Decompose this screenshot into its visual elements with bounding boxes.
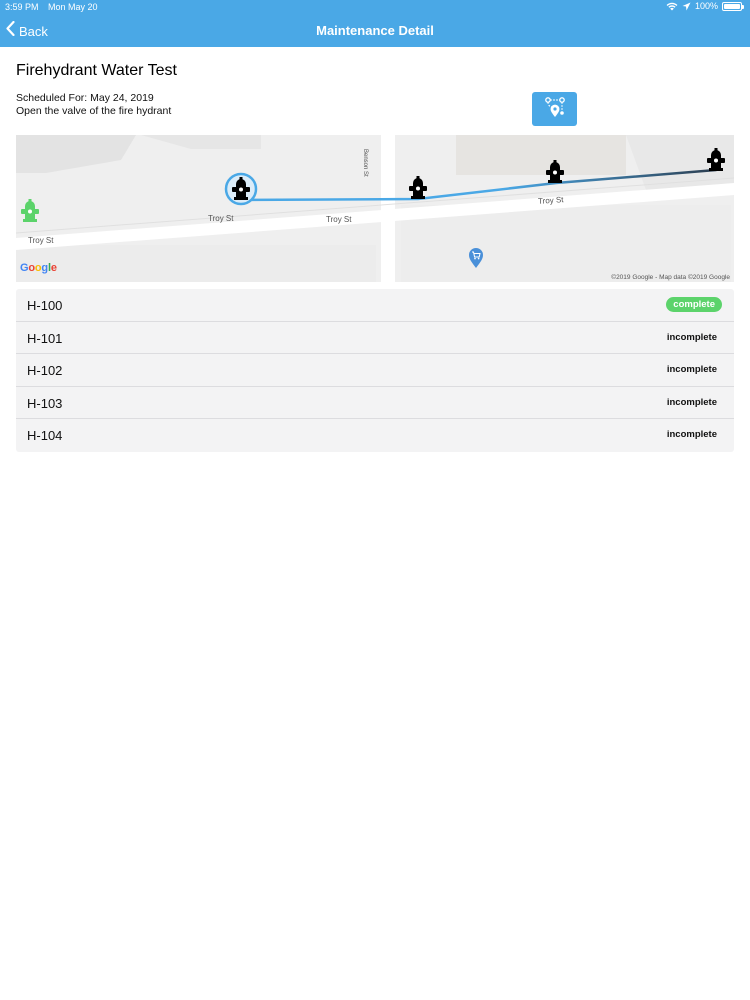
status-badge: complete xyxy=(666,297,722,312)
hydrant-name: H-101 xyxy=(27,330,63,346)
list-item-h-104[interactable]: H-104 incomplete xyxy=(16,419,734,452)
google-logo: Google xyxy=(20,262,57,274)
status-badge: incomplete xyxy=(666,331,717,343)
scheduled-date: Scheduled For: May 24, 2019 xyxy=(16,92,154,104)
street-label: Troy St xyxy=(208,214,234,223)
hydrant-list: H-100 complete H-101 incomplete H-102 in… xyxy=(16,289,734,452)
list-item-h-101[interactable]: H-101 incomplete xyxy=(16,322,734,354)
street-label: Benson St xyxy=(362,149,368,177)
route-map-icon xyxy=(543,95,567,124)
street-label: Troy St xyxy=(326,215,352,224)
nav-title: Maintenance Detail xyxy=(316,23,434,38)
hydrant-name: H-100 xyxy=(27,298,63,313)
hydrant-icon xyxy=(408,176,428,204)
list-item-h-103[interactable]: H-103 incomplete xyxy=(16,387,734,419)
page-title: Firehydrant Water Test xyxy=(16,62,177,79)
map-view[interactable]: Troy St Troy St Troy St Troy St Benson S… xyxy=(16,135,734,282)
location-arrow-icon xyxy=(682,2,691,11)
hydrant-name: H-103 xyxy=(27,395,63,411)
navigation-bar: Back Maintenance Detail xyxy=(0,14,750,47)
task-description: Open the valve of the fire hydrant xyxy=(16,105,172,117)
hydrant-marker[interactable] xyxy=(545,160,565,189)
street-label: Troy St xyxy=(28,236,54,245)
battery-percent: 100% xyxy=(694,1,718,11)
status-badge: incomplete xyxy=(666,364,717,375)
street-label: Troy St xyxy=(537,195,564,206)
map-background xyxy=(16,135,734,282)
list-item-h-100[interactable]: H-100 complete xyxy=(16,289,734,322)
status-time: 3:59 PM xyxy=(5,2,39,12)
battery-icon xyxy=(722,1,744,11)
list-item-h-102[interactable]: H-102 incomplete xyxy=(16,354,734,387)
status-badge: incomplete xyxy=(666,429,717,440)
hydrant-marker[interactable] xyxy=(408,176,428,205)
shopping-cart-pin-icon xyxy=(468,248,484,273)
hydrant-marker-complete[interactable] xyxy=(20,199,40,228)
shopping-pin[interactable] xyxy=(468,247,484,274)
hydrant-marker[interactable] xyxy=(706,148,726,177)
status-badge: incomplete xyxy=(666,396,717,408)
route-button[interactable] xyxy=(532,92,577,126)
hydrant-marker-selected[interactable] xyxy=(223,171,259,212)
status-date: Mon May 20 xyxy=(48,2,98,12)
hydrant-icon xyxy=(706,148,726,176)
status-bar: 3:59 PM Mon May 20 100% xyxy=(0,0,750,14)
map-attribution: ©2019 Google - Map data ©2019 Google xyxy=(611,274,730,281)
hydrant-name: H-102 xyxy=(27,363,63,378)
wifi-icon xyxy=(666,2,678,11)
hydrant-icon xyxy=(545,160,565,188)
hydrant-name: H-104 xyxy=(27,428,63,443)
hydrant-icon xyxy=(231,177,251,206)
hydrant-icon xyxy=(20,199,40,227)
status-indicators: 100% xyxy=(666,1,744,11)
